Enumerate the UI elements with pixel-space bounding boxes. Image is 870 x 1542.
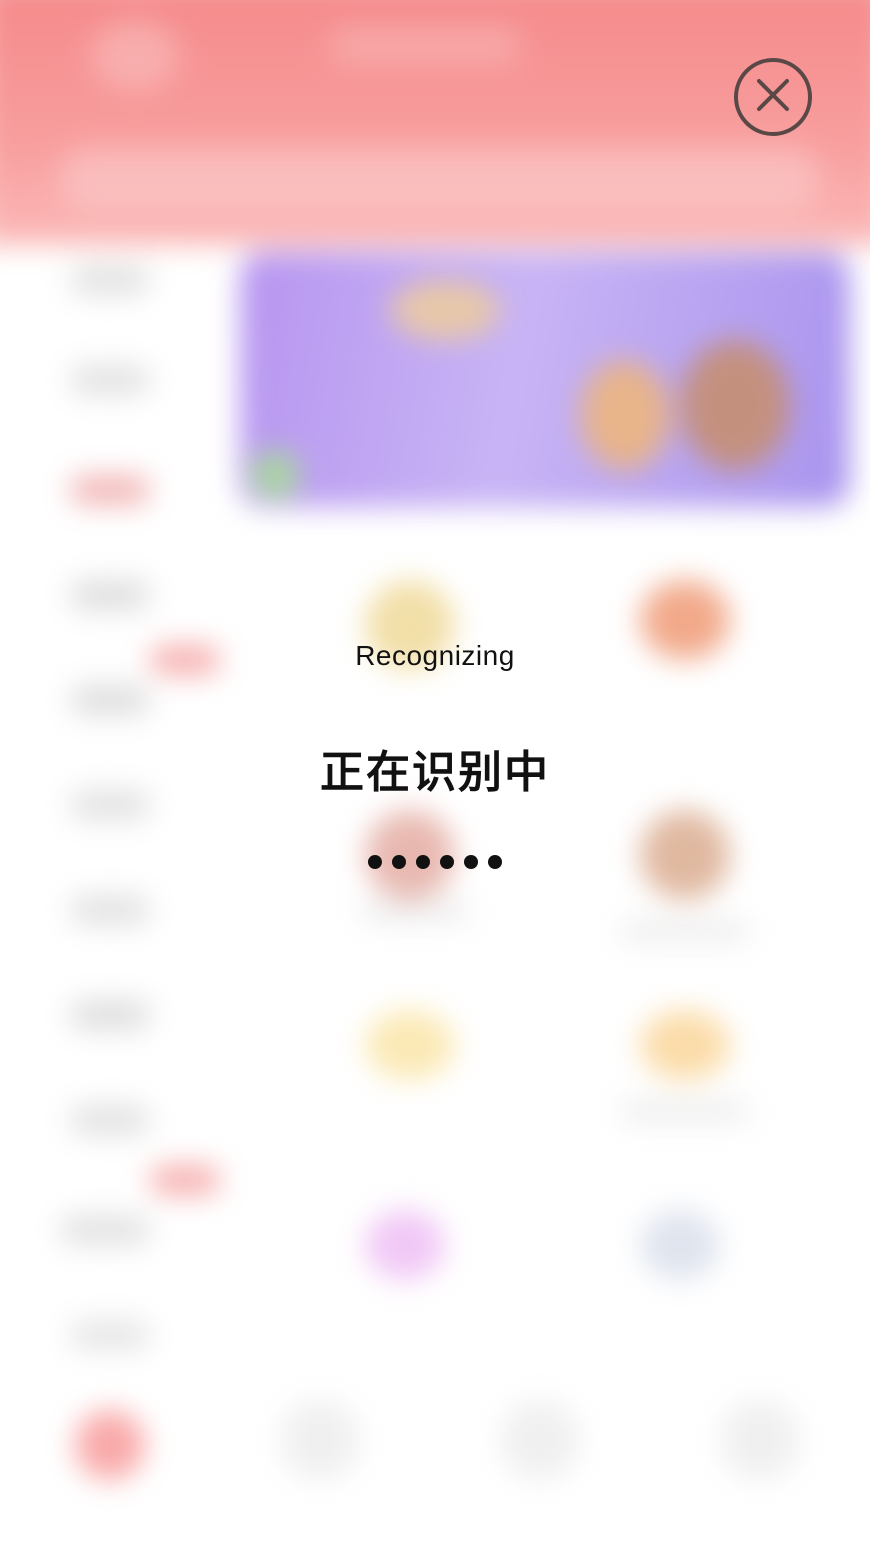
close-button[interactable] [734, 58, 812, 136]
close-icon [753, 75, 793, 119]
loading-dot [440, 855, 454, 869]
recognition-overlay: Recognizing 正在识别中 [0, 0, 870, 1542]
loading-dot [368, 855, 382, 869]
loading-indicator [0, 855, 870, 869]
loading-dot [464, 855, 478, 869]
loading-dot [392, 855, 406, 869]
screen: Recognizing 正在识别中 [0, 0, 870, 1542]
status-title-en: Recognizing [355, 640, 515, 671]
status-title-zh: 正在识别中 [320, 747, 550, 798]
loading-dot [416, 855, 430, 869]
loading-dot [488, 855, 502, 869]
